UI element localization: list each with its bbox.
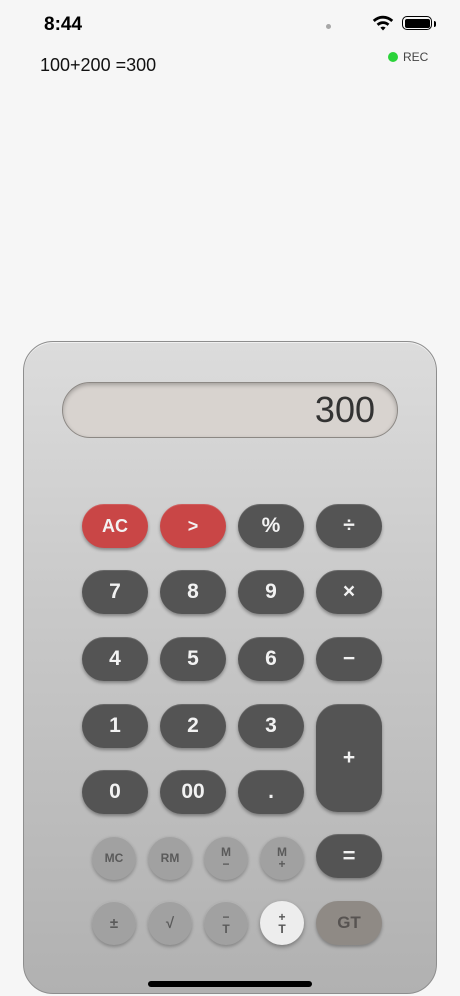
plus-button[interactable]: +	[316, 704, 382, 812]
square-root-button[interactable]: √	[148, 901, 192, 945]
percent-button[interactable]: %	[238, 504, 304, 548]
rec-label: REC	[403, 50, 429, 64]
backspace-button[interactable]: >	[160, 504, 226, 548]
memory-plus-button[interactable]: M +	[260, 836, 304, 880]
status-time: 8:44	[44, 14, 83, 35]
memory-minus-button[interactable]: M −	[204, 836, 248, 880]
minus-button[interactable]: −	[316, 637, 382, 681]
memory-clear-button[interactable]: MC	[92, 836, 136, 880]
key-9[interactable]: 9	[238, 570, 304, 614]
decimal-button[interactable]: .	[238, 770, 304, 814]
status-dot	[326, 24, 331, 29]
key-0[interactable]: 0	[82, 770, 148, 814]
equals-button[interactable]: =	[316, 834, 382, 878]
ac-button[interactable]: AC	[82, 504, 148, 548]
total-plus-bottom: T	[278, 922, 286, 936]
key-6[interactable]: 6	[238, 637, 304, 681]
calculator-body: 300 AC > % ÷ 7 8 9 × 4 5 6 − 1 2 3 + 0 0…	[23, 341, 437, 994]
memory-minus-bottom: −	[222, 857, 230, 871]
key-8[interactable]: 8	[160, 570, 226, 614]
rec-dot-icon	[388, 52, 398, 62]
divide-button[interactable]: ÷	[316, 504, 382, 548]
key-7[interactable]: 7	[82, 570, 148, 614]
total-plus-button[interactable]: + T	[260, 901, 304, 945]
total-minus-button[interactable]: − T	[204, 901, 248, 945]
key-1[interactable]: 1	[82, 704, 148, 748]
history-text: 100+200 =300	[40, 55, 157, 75]
battery-icon	[402, 16, 436, 30]
total-minus-bottom: T	[222, 922, 230, 936]
wifi-icon	[372, 15, 394, 31]
memory-plus-bottom: +	[278, 857, 286, 871]
rec-indicator: REC	[388, 50, 428, 64]
status-icons	[326, 14, 436, 32]
multiply-button[interactable]: ×	[316, 570, 382, 614]
result-display: 300	[62, 382, 398, 438]
key-2[interactable]: 2	[160, 704, 226, 748]
home-indicator[interactable]	[148, 981, 312, 987]
grand-total-button[interactable]: GT	[316, 901, 382, 945]
key-00[interactable]: 00	[160, 770, 226, 814]
key-3[interactable]: 3	[238, 704, 304, 748]
key-4[interactable]: 4	[82, 637, 148, 681]
key-5[interactable]: 5	[160, 637, 226, 681]
sign-toggle-button[interactable]: ±	[92, 901, 136, 945]
memory-recall-button[interactable]: RM	[148, 836, 192, 880]
